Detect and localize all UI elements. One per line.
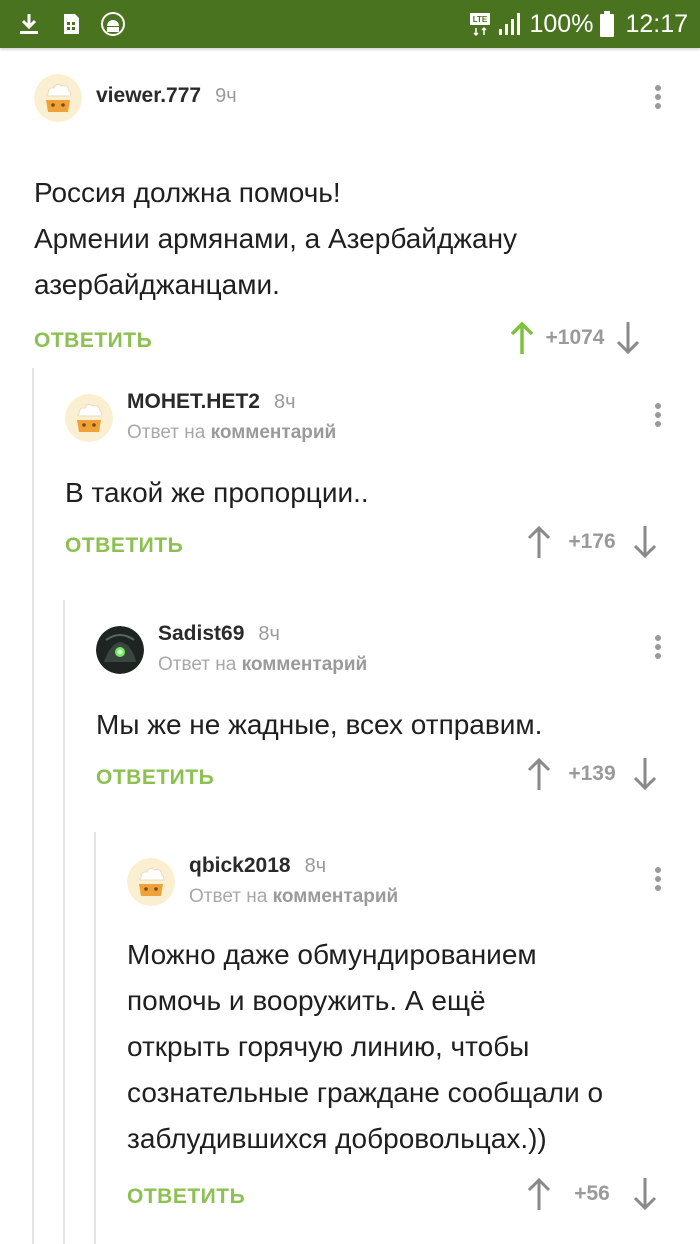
downvote-arrow-icon[interactable]	[614, 318, 642, 358]
clock: 12:17	[625, 9, 688, 38]
comment-time: 9ч	[215, 85, 237, 107]
avatar[interactable]	[96, 626, 144, 674]
upvote-arrow-icon[interactable]	[525, 754, 553, 794]
vote-controls: +1074	[508, 318, 642, 358]
reply-to-label[interactable]: Ответ на комментарий	[127, 422, 336, 444]
more-options-icon[interactable]	[648, 82, 668, 116]
username[interactable]: МОНЕТ.НЕТ2 8ч	[127, 390, 296, 414]
more-options-icon[interactable]	[648, 400, 668, 434]
upvote-arrow-icon[interactable]	[508, 318, 536, 358]
vote-controls: +139	[525, 754, 659, 794]
comment-time: 8ч	[273, 391, 296, 413]
score: +176	[568, 530, 616, 553]
more-options-icon[interactable]	[648, 632, 668, 666]
thread-line	[94, 832, 96, 1244]
thread-line	[32, 368, 34, 1244]
reply-to-label[interactable]: Ответ на комментарий	[189, 886, 398, 908]
dark-robot-avatar-icon	[96, 626, 144, 674]
score: +1074	[545, 326, 605, 349]
vote-controls: +176	[525, 522, 659, 562]
comment-text: Россия должна помочь! Армении армянами, …	[34, 177, 518, 300]
status-bar: LTE 100% 12:17	[0, 0, 700, 48]
comment: viewer.777 9ч Россия должна помочь! Армен…	[34, 74, 700, 355]
avatar[interactable]	[127, 858, 175, 906]
username[interactable]: viewer.777 9ч	[96, 84, 237, 108]
avatar[interactable]	[65, 394, 113, 442]
username[interactable]: Sadist69 8ч	[158, 622, 280, 646]
comment-text: Мы же не жадные, всех отправим.	[96, 709, 543, 740]
upvote-arrow-icon[interactable]	[525, 1174, 553, 1214]
more-options-icon[interactable]	[648, 864, 668, 898]
lte-icon: LTE	[470, 13, 491, 37]
reply-button[interactable]: ОТВЕТИТЬ	[127, 1185, 245, 1209]
comment: МОНЕТ.НЕТ2 8ч Ответ на комментарий В тако…	[65, 390, 700, 594]
upvote-arrow-icon[interactable]	[525, 522, 553, 562]
reply-button[interactable]: ОТВЕТИТЬ	[65, 534, 183, 558]
android-icon	[101, 12, 125, 36]
comment-time: 8ч	[258, 623, 280, 645]
comment-text: Можно даже обмундированием помочь и воор…	[127, 939, 604, 1154]
thread-line	[63, 600, 65, 1244]
chef-avatar-icon	[65, 394, 113, 442]
battery-percent: 100%	[529, 9, 594, 38]
reply-button[interactable]: ОТВЕТИТЬ	[96, 766, 214, 790]
score: +56	[574, 1182, 610, 1205]
username[interactable]: qbick2018 8ч	[189, 854, 326, 878]
reply-to-label[interactable]: Ответ на комментарий	[158, 654, 367, 676]
comment: Sadist69 8ч Ответ на комментарий Мы же не…	[96, 622, 700, 826]
battery-icon	[600, 11, 615, 37]
comment: qbick2018 8ч Ответ на комментарий Можно д…	[127, 854, 700, 1238]
reply-button[interactable]: ОТВЕТИТЬ	[34, 329, 152, 353]
sim-card-icon	[64, 14, 79, 34]
avatar[interactable]	[34, 74, 82, 122]
score: +139	[568, 762, 616, 785]
download-icon	[20, 14, 38, 34]
downvote-arrow-icon[interactable]	[631, 1174, 659, 1214]
comment-text: В такой же пропорции..	[65, 477, 369, 508]
chef-avatar-icon	[127, 858, 175, 906]
comment-time: 8ч	[304, 855, 327, 877]
downvote-arrow-icon[interactable]	[631, 522, 659, 562]
chef-avatar-icon	[34, 74, 82, 122]
downvote-arrow-icon[interactable]	[631, 754, 659, 794]
vote-controls: +56	[525, 1174, 659, 1214]
svg-text:LTE: LTE	[473, 15, 488, 24]
signal-icon	[499, 13, 521, 35]
